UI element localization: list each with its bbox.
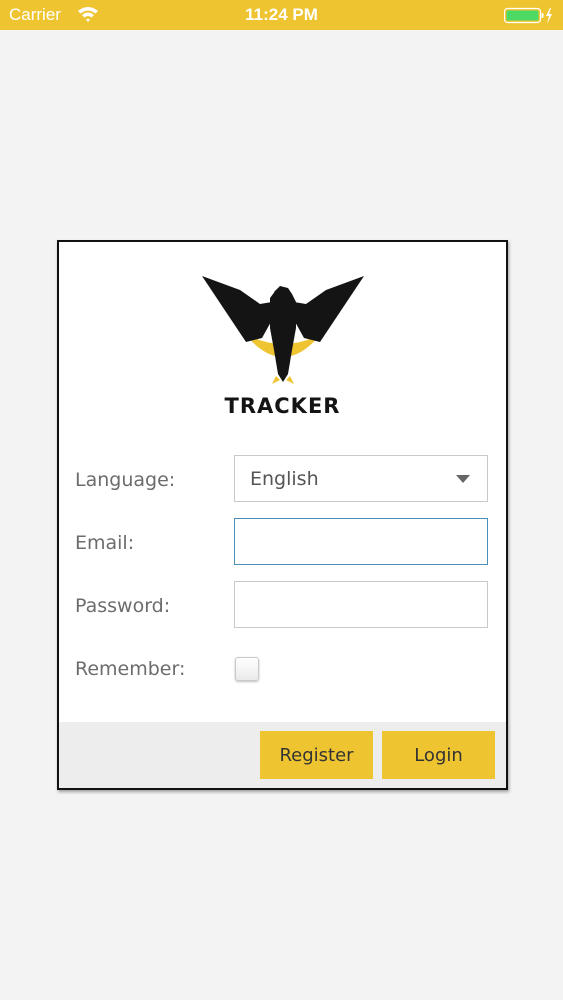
password-label: Password:	[75, 595, 171, 617]
language-select[interactable]: English	[234, 455, 488, 502]
charging-bolt-icon	[546, 8, 552, 24]
password-field[interactable]	[234, 581, 488, 628]
remember-checkbox[interactable]	[235, 657, 259, 681]
email-field[interactable]	[234, 518, 488, 565]
register-button[interactable]: Register	[260, 731, 373, 779]
language-label: Language:	[75, 469, 176, 491]
email-label: Email:	[75, 532, 135, 554]
battery-icon	[504, 7, 552, 24]
chevron-down-icon	[456, 475, 470, 483]
login-card: TRACKER Language: English Email: Passwor…	[57, 240, 508, 790]
remember-label: Remember:	[75, 658, 186, 680]
card-footer: Register Login	[59, 722, 506, 788]
login-button[interactable]: Login	[382, 731, 495, 779]
status-bar: Carrier 11:24 PM	[0, 0, 563, 30]
language-selected-value: English	[250, 468, 319, 490]
status-time: 11:24 PM	[245, 5, 318, 24]
brand-name: TRACKER	[224, 394, 341, 418]
eagle-logo-icon	[202, 276, 364, 384]
